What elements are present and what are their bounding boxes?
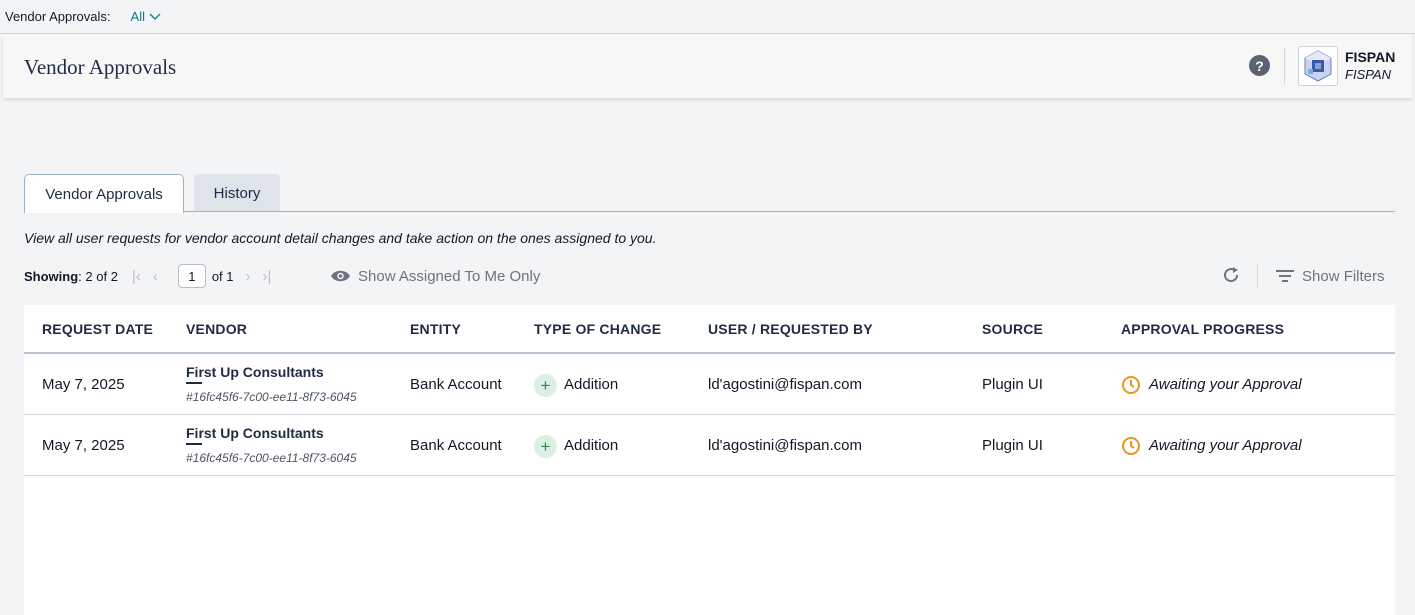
refresh-icon[interactable]: [1221, 265, 1241, 285]
vendor-link-underline: [186, 443, 202, 445]
source: Plugin UI: [982, 376, 1043, 393]
last-page-icon[interactable]: ›|: [263, 268, 272, 285]
filter-dropdown-value: All: [130, 9, 145, 24]
chevron-down-icon: [149, 13, 161, 20]
requested-by: ld'agostini@fispan.com: [708, 376, 862, 393]
approval-status: Awaiting your Approval: [1149, 376, 1302, 393]
vendor-link-underline: [186, 382, 202, 384]
change-type: Addition: [564, 437, 619, 454]
vendor-id: #16fc45f6-7c00-ee11-8f73-6045: [186, 451, 357, 465]
show-assigned-toggle[interactable]: Show Assigned To Me Only: [330, 264, 540, 288]
plus-icon: +: [534, 374, 557, 397]
plus-icon: +: [534, 435, 557, 458]
eye-icon: [331, 270, 350, 282]
tab-divider: [24, 211, 1395, 212]
prev-page-icon[interactable]: ‹: [153, 268, 158, 285]
page-title: Vendor Approvals: [24, 55, 177, 79]
requested-by: ld'agostini@fispan.com: [708, 437, 862, 454]
pagination: Showing : 2 of 2 |‹ ‹ 1 of 1 › ›|: [24, 264, 277, 288]
clock-icon: [1122, 376, 1140, 394]
question-circle-icon[interactable]: ?: [1249, 55, 1270, 76]
tab-vendor-approvals[interactable]: Vendor Approvals: [24, 174, 184, 213]
request-date: May 7, 2025: [42, 437, 125, 454]
showing-label: Showing: [24, 268, 79, 284]
show-filters-button[interactable]: Show Filters: [1276, 264, 1385, 288]
filter-dropdown[interactable]: All: [131, 9, 161, 24]
column-header-entity[interactable]: ENTITY: [410, 321, 461, 337]
entity: Bank Account: [410, 437, 502, 454]
filter-label: Vendor Approvals:: [5, 9, 111, 24]
filter-lines-icon: [1276, 270, 1294, 282]
vendor-link[interactable]: First Up Consultants: [186, 425, 324, 441]
header-divider: [1284, 48, 1285, 84]
column-header-approval-progress[interactable]: APPROVAL PROGRESS: [1121, 321, 1284, 337]
request-date: May 7, 2025: [42, 376, 125, 393]
first-page-icon[interactable]: |‹: [132, 268, 141, 285]
table-row[interactable]: May 7, 2025 First Up Consultants #16fc45…: [24, 354, 1395, 415]
showing-value: : 2 of 2: [78, 268, 118, 284]
clock-icon: [1122, 437, 1140, 455]
tab-history[interactable]: History: [194, 174, 280, 212]
toolbar-divider: [1257, 264, 1258, 288]
vendor-approvals-filter-bar: Vendor Approvals: All: [0, 0, 1415, 34]
page-description: View all user requests for vendor accoun…: [24, 230, 657, 246]
column-header-request-date[interactable]: REQUEST DATE: [42, 321, 153, 337]
page-number-input[interactable]: 1: [177, 264, 206, 288]
vendor-approvals-table: REQUEST DATE VENDOR ENTITY TYPE OF CHANG…: [24, 305, 1395, 615]
column-header-vendor[interactable]: VENDOR: [186, 321, 247, 337]
table-row[interactable]: May 7, 2025 First Up Consultants #16fc45…: [24, 415, 1395, 476]
fispan-logo-icon: [1298, 46, 1338, 86]
next-page-icon[interactable]: ›: [246, 268, 251, 285]
show-filters-label: Show Filters: [1302, 267, 1385, 285]
table-header-row: REQUEST DATE VENDOR ENTITY TYPE OF CHANG…: [24, 305, 1395, 354]
brand-name: FISPAN: [1345, 49, 1396, 65]
column-header-source[interactable]: SOURCE: [982, 321, 1043, 337]
change-type: Addition: [564, 376, 619, 393]
vendor-link[interactable]: First Up Consultants: [186, 364, 324, 380]
column-header-user[interactable]: USER / REQUESTED BY: [708, 321, 873, 337]
source: Plugin UI: [982, 437, 1043, 454]
page-count: of 1: [211, 268, 234, 284]
show-assigned-label: Show Assigned To Me Only: [358, 267, 541, 285]
brand-subtitle: FISPAN: [1345, 67, 1391, 82]
approval-status: Awaiting your Approval: [1149, 437, 1302, 454]
page-header: Vendor Approvals ? FISPAN FISPAN: [3, 34, 1412, 98]
vendor-id: #16fc45f6-7c00-ee11-8f73-6045: [186, 390, 357, 404]
entity: Bank Account: [410, 376, 502, 393]
column-header-type-of-change[interactable]: TYPE OF CHANGE: [534, 321, 661, 337]
